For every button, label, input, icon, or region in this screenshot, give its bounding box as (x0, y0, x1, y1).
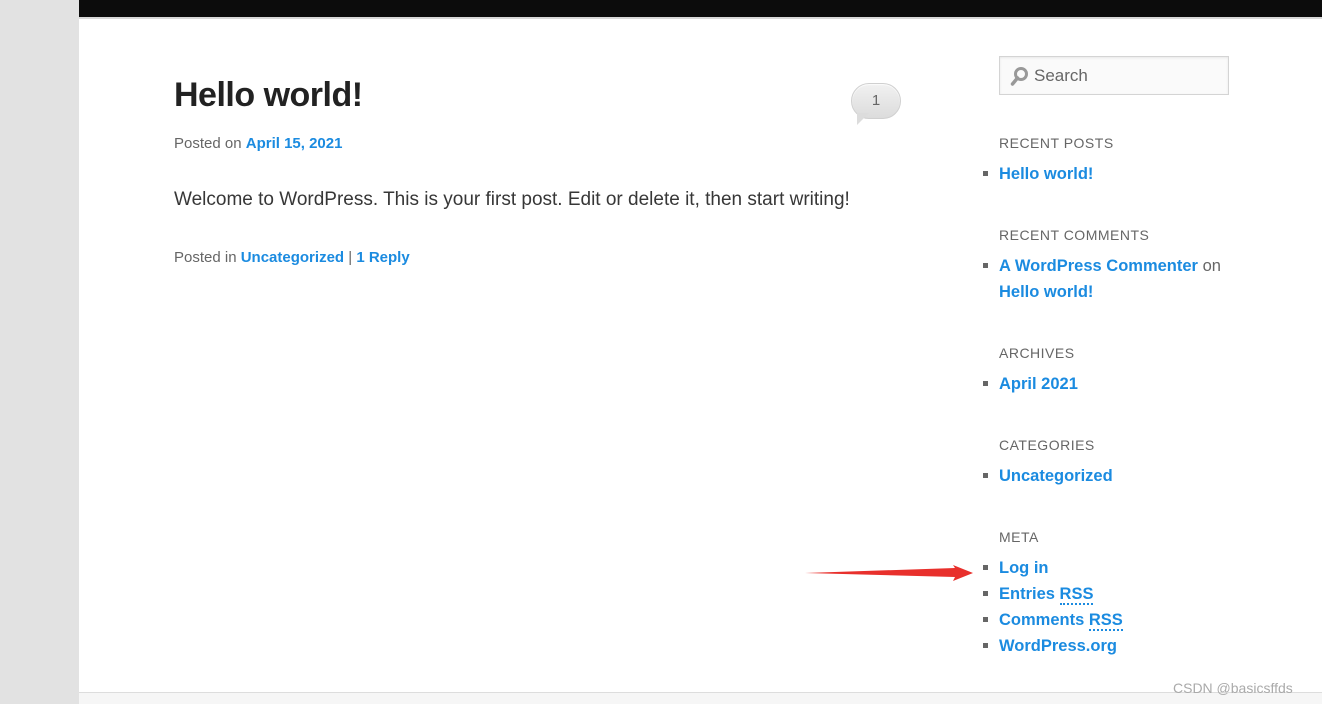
comments-rss-link[interactable]: Comments RSS (999, 611, 1123, 631)
categories-list: Uncategorized (983, 463, 1113, 489)
comment-bubble-tail (857, 113, 869, 125)
bullet (983, 473, 988, 478)
meta-list: Log in Entries RSS Comments RSS WordPres… (983, 555, 1123, 659)
entries-rss-link[interactable]: Entries RSS (999, 585, 1094, 605)
comment-post-link[interactable]: Hello world! (999, 283, 1093, 301)
login-link[interactable]: Log in (999, 559, 1048, 577)
meta-title: META (999, 529, 1039, 545)
bullet (983, 617, 988, 622)
bullet (983, 381, 988, 386)
post-content: Welcome to WordPress. This is your first… (174, 189, 850, 210)
comments-label: Comments (999, 611, 1085, 629)
post-footer: Posted in Uncategorized | 1 Reply (174, 249, 410, 266)
list-item: Comments RSS (983, 607, 1123, 633)
top-bar-shadow (79, 17, 1322, 19)
footer-separator: | (348, 249, 353, 266)
top-bar (79, 0, 1322, 17)
category-link[interactable]: Uncategorized (999, 467, 1113, 485)
post-category-link[interactable]: Uncategorized (241, 249, 344, 266)
comment-on-text: on (1202, 257, 1221, 275)
bullet (983, 643, 988, 648)
recent-comments-list: A WordPress Commenter on Hello world! (983, 253, 1221, 305)
red-arrow-icon (805, 565, 973, 581)
search-input[interactable] (1034, 57, 1224, 94)
archives-title: ARCHIVES (999, 345, 1075, 361)
recent-comments-title: RECENT COMMENTS (999, 227, 1150, 243)
bullet (983, 565, 988, 570)
list-item: Entries RSS (983, 581, 1123, 607)
recent-post-link[interactable]: Hello world! (999, 165, 1093, 183)
list-item: Uncategorized (983, 463, 1113, 489)
archives-list: April 2021 (983, 371, 1078, 397)
bullet (983, 591, 988, 596)
categories-title: CATEGORIES (999, 437, 1095, 453)
post-footer-prefix: Posted in (174, 249, 237, 266)
post-meta: Posted on April 15, 2021 (174, 135, 342, 152)
wordpress-org-link[interactable]: WordPress.org (999, 637, 1117, 655)
recent-posts-title: RECENT POSTS (999, 135, 1114, 151)
post-title[interactable]: Hello world! (174, 76, 363, 115)
list-item: WordPress.org (983, 633, 1123, 659)
list-item-continued: Hello world! (999, 279, 1221, 305)
search-icon (1010, 67, 1028, 86)
entries-label: Entries (999, 585, 1055, 603)
rss-abbr: RSS (1059, 585, 1094, 605)
reply-link[interactable]: 1 Reply (356, 249, 409, 266)
watermark: CSDN @basicsffds (1173, 680, 1293, 696)
list-item: Hello world! (983, 161, 1093, 187)
post-date-link[interactable]: April 15, 2021 (246, 135, 343, 152)
rss-abbr: RSS (1088, 611, 1123, 631)
post-meta-prefix: Posted on (174, 135, 242, 152)
search-form[interactable] (999, 56, 1229, 95)
archive-link[interactable]: April 2021 (999, 375, 1078, 393)
bullet (983, 263, 988, 268)
bottom-strip (79, 693, 1322, 704)
bullet (983, 171, 988, 176)
list-item: April 2021 (983, 371, 1078, 397)
recent-posts-list: Hello world! (983, 161, 1093, 187)
page: Hello world! Posted on April 15, 2021 1 … (79, 0, 1322, 704)
comment-author-link[interactable]: A WordPress Commenter (999, 257, 1198, 275)
list-item: A WordPress Commenter on (983, 253, 1221, 279)
list-item: Log in (983, 555, 1123, 581)
